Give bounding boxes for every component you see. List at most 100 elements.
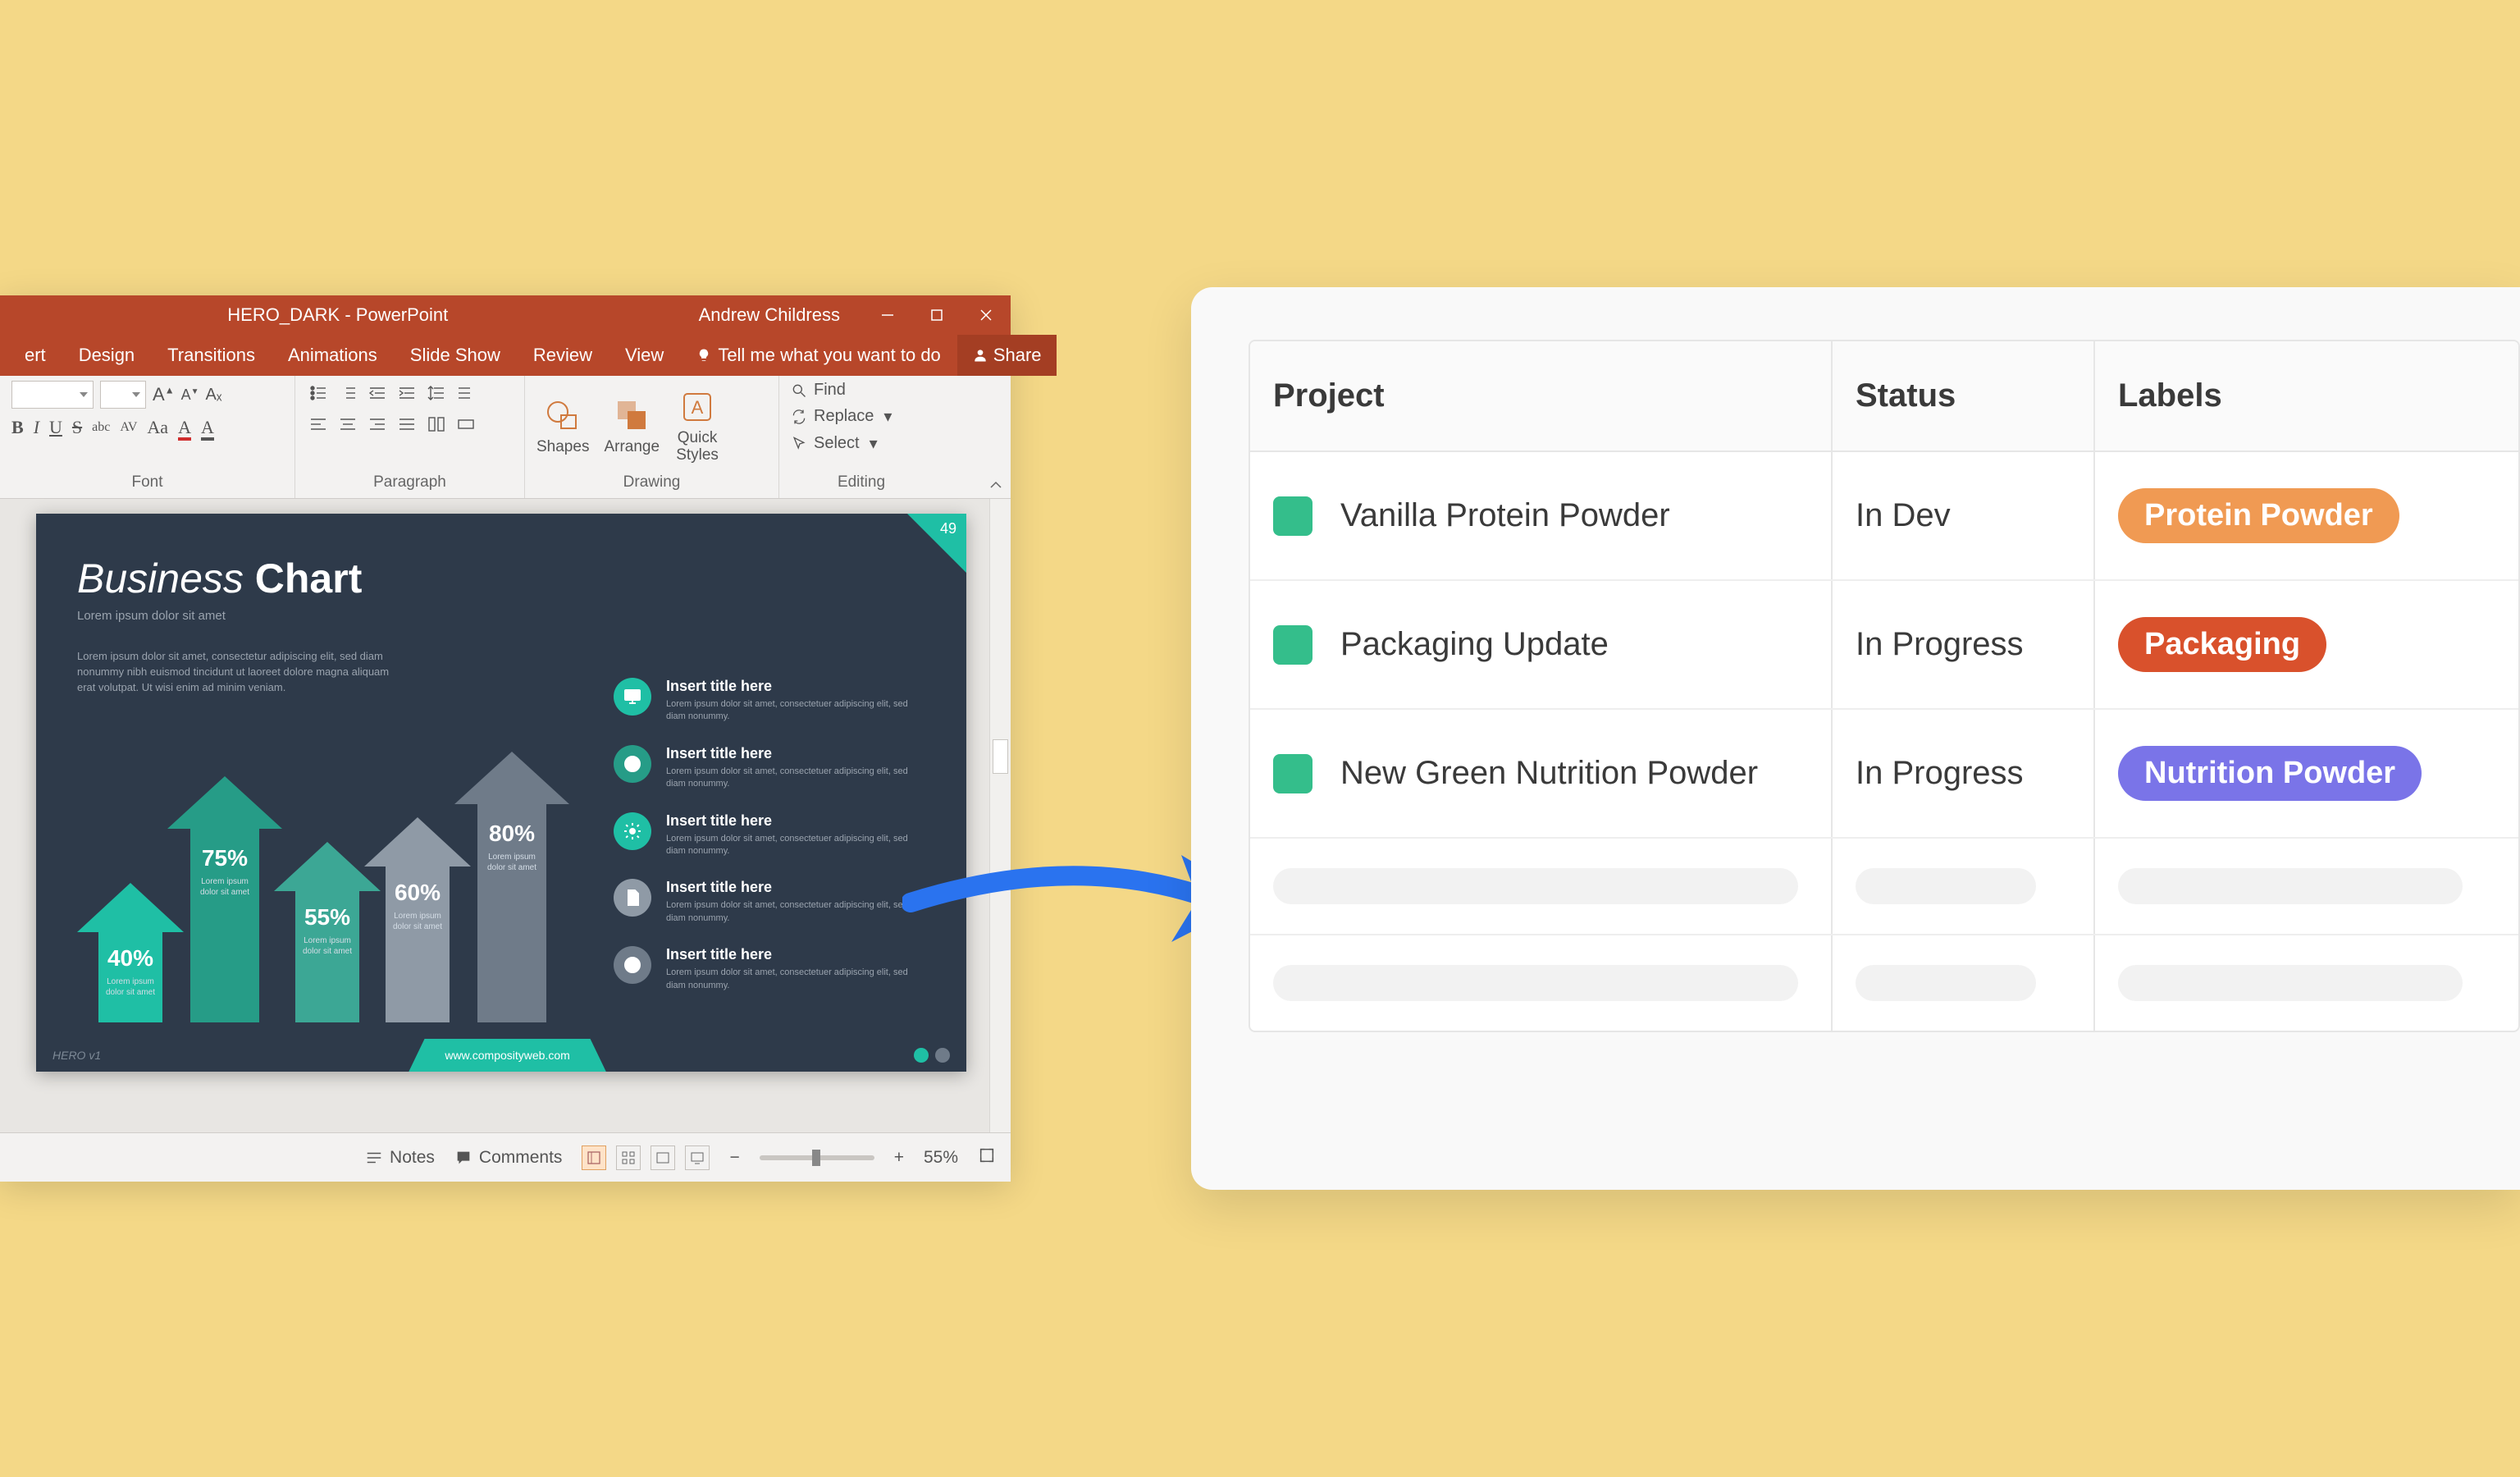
ribbon-tabs: ert Design Transitions Animations Slide … — [0, 335, 1011, 376]
legend-item: Insert title hereLorem ipsum dolor sit a… — [614, 745, 925, 791]
select-button[interactable]: Select▾ — [791, 433, 892, 454]
placeholder — [2118, 868, 2463, 904]
bold-button[interactable]: B — [11, 417, 24, 438]
highlight-button[interactable]: A — [201, 417, 214, 438]
project-table-card: Project Status Labels Vanilla Protein Po… — [1191, 287, 2520, 1190]
header-project[interactable]: Project — [1250, 341, 1833, 450]
slide-title: Business Chart — [77, 555, 362, 602]
share-button[interactable]: Share — [957, 335, 1057, 376]
table-header: Project Status Labels — [1250, 341, 2518, 452]
line-spacing-icon[interactable] — [425, 381, 448, 405]
text-direction-icon[interactable] — [454, 381, 477, 405]
zoom-in-button[interactable]: + — [894, 1148, 904, 1168]
ribbon-label-font: Font — [11, 470, 283, 495]
label-pill[interactable]: Protein Powder — [2118, 488, 2399, 543]
vertical-scrollbar[interactable] — [989, 499, 1011, 1132]
tab-view[interactable]: View — [609, 335, 680, 376]
decrease-font-icon[interactable]: A▼ — [181, 386, 199, 404]
label-pill[interactable]: Packaging — [2118, 617, 2326, 672]
slide-brand: HERO v1 — [36, 1049, 117, 1062]
change-case-button[interactable]: Aa — [147, 417, 168, 438]
minimize-button[interactable] — [863, 295, 912, 335]
table-row[interactable]: Packaging Update In Progress Packaging — [1250, 581, 2518, 710]
slide-url: www.composityweb.com — [409, 1039, 606, 1072]
align-center-icon[interactable] — [336, 412, 359, 437]
zoom-level[interactable]: 55% — [924, 1148, 958, 1168]
shapes-button[interactable]: Shapes — [536, 396, 589, 456]
find-button[interactable]: Find — [791, 381, 892, 400]
ribbon-group-editing: Find Replace▾ Select▾ Editing — [779, 376, 943, 498]
ribbon-label-paragraph: Paragraph — [307, 470, 513, 495]
slide-paragraph: Lorem ipsum dolor sit amet, consectetur … — [77, 649, 405, 696]
char-spacing-button[interactable]: AV — [120, 420, 137, 435]
tab-slide-show[interactable]: Slide Show — [394, 335, 517, 376]
arrange-button[interactable]: Arrange — [604, 396, 660, 456]
columns-icon[interactable] — [425, 412, 448, 437]
sorter-view-button[interactable] — [616, 1145, 641, 1170]
arrow-value-2: 75% — [167, 845, 282, 871]
header-labels[interactable]: Labels — [2095, 341, 2518, 450]
zoom-slider[interactable] — [760, 1155, 874, 1160]
header-status[interactable]: Status — [1833, 341, 2095, 450]
tab-insert-partial[interactable]: ert — [8, 335, 62, 376]
smartart-icon[interactable] — [454, 412, 477, 437]
replace-button[interactable]: Replace▾ — [791, 406, 892, 427]
comments-button[interactable]: Comments — [454, 1148, 563, 1168]
clear-format-icon[interactable]: Aₓ — [206, 386, 222, 405]
project-table: Project Status Labels Vanilla Protein Po… — [1249, 340, 2520, 1032]
font-color-button[interactable]: A — [178, 417, 191, 438]
legend-item: Insert title hereLorem ipsum dolor sit a… — [614, 879, 925, 925]
project-name: Vanilla Protein Powder — [1340, 497, 1670, 534]
document-icon — [614, 879, 651, 917]
window-title: HERO_DARK - PowerPoint — [0, 304, 676, 326]
slide-nav-dots — [897, 1048, 966, 1063]
underline-button[interactable]: U — [49, 417, 62, 438]
italic-button[interactable]: I — [34, 417, 39, 438]
slide-canvas[interactable]: 49 Business Chart Lorem ipsum dolor sit … — [0, 499, 1011, 1132]
align-right-icon[interactable] — [366, 412, 389, 437]
view-buttons — [582, 1145, 710, 1170]
quick-styles-button[interactable]: A Quick Styles — [674, 387, 720, 464]
slide[interactable]: 49 Business Chart Lorem ipsum dolor sit … — [36, 514, 966, 1072]
zoom-out-button[interactable]: − — [729, 1148, 739, 1168]
slideshow-view-button[interactable] — [685, 1145, 710, 1170]
status-square-icon — [1273, 496, 1312, 536]
ribbon-collapse-button[interactable] — [988, 477, 1004, 493]
ribbon-label-editing: Editing — [791, 470, 932, 495]
reading-view-button[interactable] — [651, 1145, 675, 1170]
notes-button[interactable]: Notes — [365, 1148, 435, 1168]
legend-item: Insert title hereLorem ipsum dolor sit a… — [614, 946, 925, 992]
tab-review[interactable]: Review — [517, 335, 609, 376]
ribbon-group-paragraph: Paragraph — [295, 376, 525, 498]
maximize-button[interactable] — [912, 295, 961, 335]
strikethrough-button[interactable]: S — [72, 417, 82, 438]
align-left-icon[interactable] — [307, 412, 330, 437]
tab-animations[interactable]: Animations — [272, 335, 394, 376]
normal-view-button[interactable] — [582, 1145, 606, 1170]
font-size-picker[interactable] — [100, 381, 146, 409]
increase-font-icon[interactable]: A▲ — [153, 384, 175, 405]
tab-design[interactable]: Design — [62, 335, 151, 376]
close-button[interactable] — [961, 295, 1011, 335]
placeholder — [2118, 965, 2463, 1001]
label-pill[interactable]: Nutrition Powder — [2118, 746, 2422, 801]
fit-to-window-button[interactable] — [978, 1146, 996, 1169]
table-row[interactable]: Vanilla Protein Powder In Dev Protein Po… — [1250, 452, 2518, 581]
tell-me-search[interactable]: Tell me what you want to do — [680, 335, 956, 376]
gear-icon — [614, 812, 651, 850]
svg-text:A: A — [692, 397, 704, 418]
decrease-indent-icon[interactable] — [366, 381, 389, 405]
font-family-picker[interactable] — [11, 381, 94, 409]
cursor-icon — [791, 436, 807, 452]
bullets-icon[interactable] — [307, 381, 330, 405]
shadow-button[interactable]: abc — [92, 420, 110, 435]
search-icon — [791, 382, 807, 399]
justify-icon[interactable] — [395, 412, 418, 437]
increase-indent-icon[interactable] — [395, 381, 418, 405]
tab-transitions[interactable]: Transitions — [151, 335, 272, 376]
numbering-icon[interactable] — [336, 381, 359, 405]
ribbon-label-drawing: Drawing — [536, 470, 767, 495]
table-row[interactable]: New Green Nutrition Powder In Progress N… — [1250, 710, 2518, 839]
arrow-chart: 40% Lorem ipsumdolor sit amet 75% Lorem … — [77, 719, 578, 1022]
slide-subtitle: Lorem ipsum dolor sit amet — [77, 609, 226, 623]
